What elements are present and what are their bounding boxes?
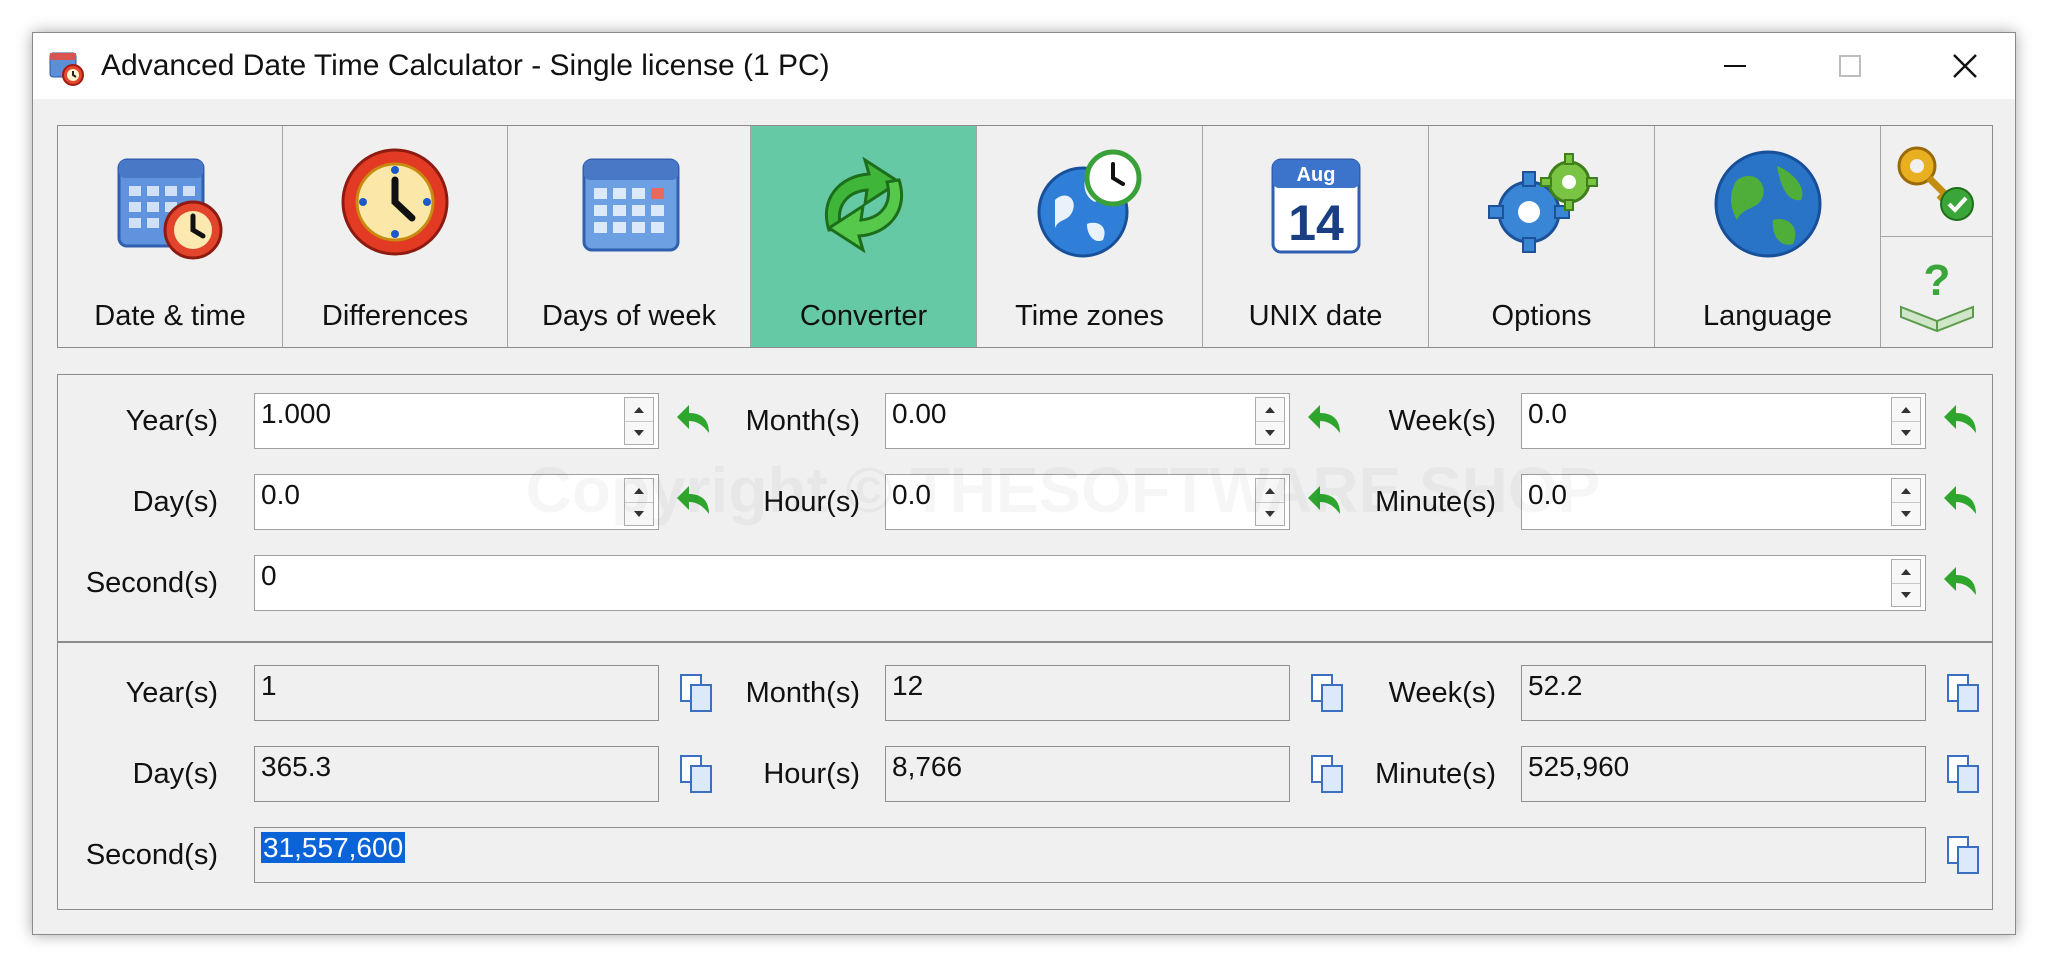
- output-seconds-label: Second(s): [85, 839, 218, 871]
- tab-time-zones[interactable]: Time zones: [977, 126, 1203, 347]
- input-seconds-label: Second(s): [85, 567, 218, 599]
- input-seconds-field[interactable]: 0: [254, 555, 1926, 611]
- help-book-icon: ?: [1900, 256, 1974, 333]
- output-days-label: Day(s): [132, 758, 218, 790]
- output-years-field[interactable]: 1: [254, 665, 659, 721]
- input-months-label: Month(s): [745, 405, 860, 437]
- output-years-label: Year(s): [125, 677, 218, 709]
- close-button[interactable]: [1907, 33, 2015, 99]
- tab-unix-date[interactable]: Aug 14 UNIX date: [1203, 126, 1429, 347]
- input-minutes-field[interactable]: 0.0: [1521, 474, 1926, 530]
- green-arrows-icon: [824, 156, 903, 254]
- calendar-day-text: 14: [1288, 195, 1344, 251]
- input-weeks-field[interactable]: 0.0: [1521, 393, 1926, 449]
- key-check-icon: [1897, 146, 1974, 221]
- input-minutes-spinner[interactable]: [1891, 478, 1921, 526]
- input-hours-value: 0.0: [892, 479, 931, 510]
- input-hours-spinner[interactable]: [1255, 478, 1285, 526]
- window-title: Advanced Date Time Calculator - Single l…: [101, 49, 830, 82]
- tab-label: UNIX date: [1248, 300, 1383, 332]
- input-seconds-value: 0: [261, 560, 277, 591]
- copy-minutes-icon[interactable]: [1942, 752, 1986, 796]
- input-weeks-label: Week(s): [1388, 405, 1496, 437]
- output-panel: Year(s) 1 Month(s) 12 Week(s) 52.2 Day(s…: [57, 642, 1993, 910]
- license-button[interactable]: [1881, 126, 1993, 237]
- output-seconds-value: 31,557,600: [261, 832, 406, 863]
- output-seconds-field[interactable]: 31,557,600: [254, 827, 1926, 883]
- input-seconds-spinner[interactable]: [1891, 559, 1921, 607]
- input-years-field[interactable]: 1.000: [254, 393, 659, 449]
- input-months-spinner[interactable]: [1255, 397, 1285, 445]
- minimize-icon: [1723, 65, 1746, 67]
- reset-seconds-icon[interactable]: [1942, 561, 1986, 605]
- tab-label: Language: [1702, 300, 1833, 332]
- output-minutes-field[interactable]: 525,960: [1521, 746, 1926, 802]
- input-months-value: 0.00: [892, 398, 947, 429]
- tab-date-time[interactable]: Date & time: [58, 126, 283, 347]
- reset-minutes-icon[interactable]: [1942, 480, 1986, 524]
- output-hours-field[interactable]: 8,766: [885, 746, 1290, 802]
- input-months-field[interactable]: 0.00: [885, 393, 1290, 449]
- input-years-label: Year(s): [125, 405, 218, 437]
- output-minutes-label: Minute(s): [1375, 758, 1496, 790]
- input-days-value: 0.0: [261, 479, 300, 510]
- tab-label: Time zones: [1015, 300, 1164, 332]
- calendar-clock-icon: [117, 158, 223, 260]
- svg-text:?: ?: [1924, 256, 1951, 305]
- help-button[interactable]: ?: [1881, 237, 1993, 347]
- tab-days-of-week[interactable]: Days of week: [508, 126, 751, 347]
- input-hours-field[interactable]: 0.0: [885, 474, 1290, 530]
- globe-clock-icon: [1037, 149, 1141, 258]
- maximize-button[interactable]: [1792, 33, 1907, 99]
- copy-weeks-icon[interactable]: [1942, 671, 1986, 715]
- output-weeks-label: Week(s): [1388, 677, 1496, 709]
- output-months-label: Month(s): [745, 677, 860, 709]
- input-hours-label: Hour(s): [763, 486, 860, 518]
- reset-weeks-icon[interactable]: [1942, 399, 1986, 443]
- input-panel: Year(s) 1.000 Month(s) 0.00 Week(s) 0.0 …: [57, 374, 1993, 642]
- tab-label: Options: [1491, 300, 1592, 332]
- tab-label: Date & time: [94, 300, 246, 332]
- tab-label: Days of week: [541, 300, 717, 332]
- app-calendar-clock-icon: [49, 52, 84, 86]
- input-years-value: 1.000: [261, 398, 332, 429]
- input-days-field[interactable]: 0.0: [254, 474, 659, 530]
- gears-icon: [1487, 153, 1598, 253]
- clock-icon: [341, 148, 449, 256]
- tab-language[interactable]: Language: [1655, 126, 1881, 347]
- close-icon: [1952, 54, 1977, 78]
- globe-icon: [1714, 150, 1821, 258]
- main-toolbar: Date & time Differences Days of week Con…: [57, 125, 1993, 348]
- input-weeks-value: 0.0: [1528, 398, 1567, 429]
- minimize-button[interactable]: [1677, 33, 1792, 99]
- tab-differences[interactable]: Differences: [283, 126, 508, 347]
- output-weeks-field[interactable]: 52.2: [1521, 665, 1926, 721]
- input-minutes-label: Minute(s): [1375, 486, 1496, 518]
- calendar-date-icon: Aug 14: [1271, 158, 1360, 254]
- input-days-spinner[interactable]: [624, 478, 654, 526]
- output-days-field[interactable]: 365.3: [254, 746, 659, 802]
- tab-converter[interactable]: Converter: [751, 126, 977, 347]
- input-days-label: Day(s): [132, 486, 218, 518]
- tab-options[interactable]: Options: [1429, 126, 1655, 347]
- input-weeks-spinner[interactable]: [1891, 397, 1921, 445]
- tab-label: Differences: [321, 300, 469, 332]
- app-window: Advanced Date Time Calculator - Single l…: [32, 32, 2016, 935]
- calendar-icon: [582, 158, 680, 252]
- copy-seconds-icon[interactable]: [1942, 833, 1986, 877]
- output-months-field[interactable]: 12: [885, 665, 1290, 721]
- output-hours-label: Hour(s): [763, 758, 860, 790]
- tab-label: Converter: [799, 300, 928, 332]
- calendar-month-text: Aug: [1296, 164, 1335, 186]
- maximize-icon: [1838, 55, 1861, 77]
- title-bar[interactable]: Advanced Date Time Calculator - Single l…: [33, 33, 2015, 99]
- input-minutes-value: 0.0: [1528, 479, 1567, 510]
- input-years-spinner[interactable]: [624, 397, 654, 445]
